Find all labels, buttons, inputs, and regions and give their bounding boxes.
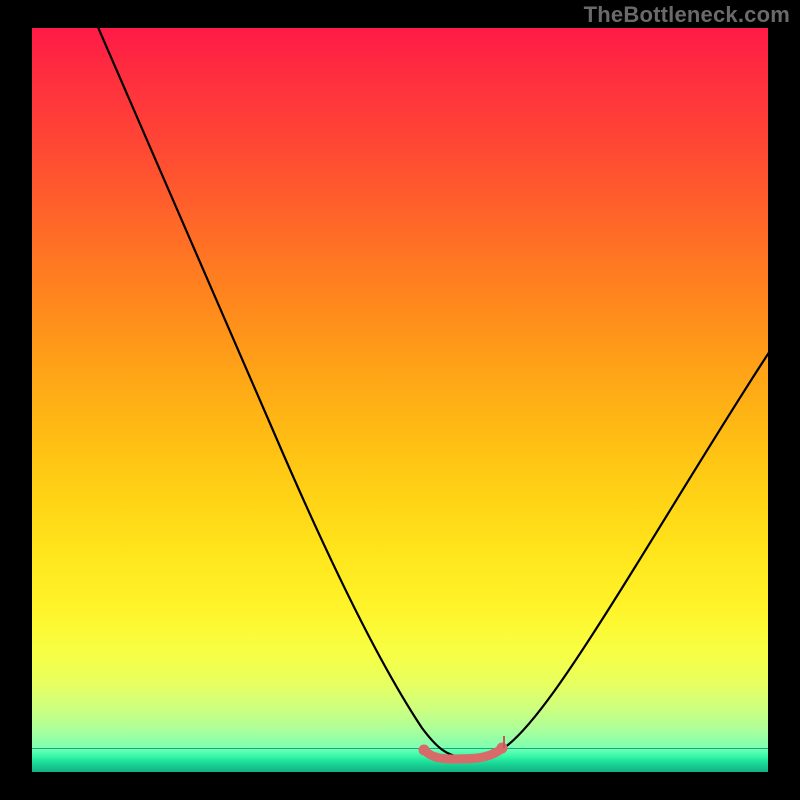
optimal-marker xyxy=(424,750,500,759)
plot-area xyxy=(32,28,768,772)
watermark-text: TheBottleneck.com xyxy=(584,2,790,28)
curve-layer xyxy=(32,28,768,772)
chart-frame: TheBottleneck.com xyxy=(0,0,800,800)
optimal-marker-right-dot xyxy=(497,743,508,754)
optimal-marker-left-dot xyxy=(419,745,430,756)
bottleneck-curve xyxy=(94,28,768,757)
